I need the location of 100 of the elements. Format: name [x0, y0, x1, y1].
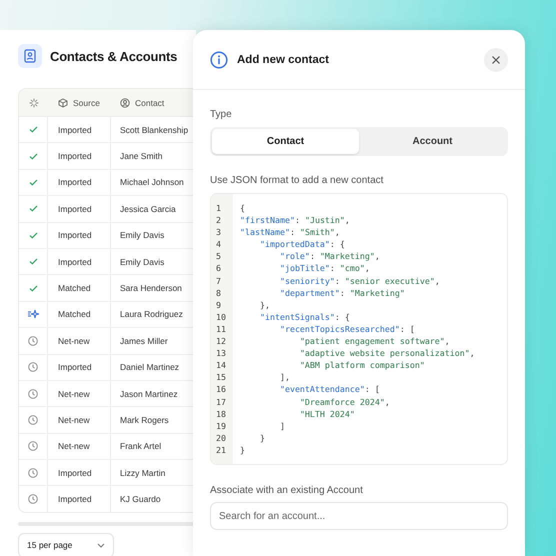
- json-label: Use JSON format to add a new contact: [210, 175, 384, 186]
- code-line: "firstName": "Justin",: [240, 214, 350, 226]
- table-cell: Net-new: [58, 441, 90, 452]
- table-cell: James Miller: [120, 336, 168, 346]
- line-number: 3: [216, 226, 222, 238]
- check-icon: [28, 126, 38, 134]
- line-number: 13: [216, 347, 227, 360]
- account-search-field[interactable]: Search for an account...: [210, 502, 508, 530]
- line-number: 14: [216, 359, 227, 372]
- info-icon: [210, 50, 228, 68]
- table-cell: Net-new: [58, 336, 90, 346]
- table-cell: Frank Artel: [120, 441, 162, 452]
- clock-icon: [28, 362, 38, 372]
- user-circle-icon: [120, 98, 130, 108]
- code-line: "ABM platform comparison": [300, 359, 425, 372]
- table-cell: Imported: [58, 124, 92, 135]
- column-header[interactable]: Contact: [135, 98, 164, 108]
- line-number: 5: [216, 250, 222, 262]
- code-line: "lastName": "Smith",: [240, 226, 340, 238]
- check-icon: [28, 152, 38, 160]
- code-line: },: [260, 298, 270, 311]
- check-icon: [28, 284, 38, 292]
- table-cell: Imported: [58, 151, 92, 162]
- table-cell: Imported: [58, 494, 92, 504]
- clock-icon: [28, 494, 38, 504]
- code-line: ],: [280, 371, 290, 384]
- check-icon: [28, 258, 38, 266]
- column-header[interactable]: Source: [73, 98, 100, 108]
- sparkle-icon: [28, 309, 38, 320]
- clock-icon: [28, 336, 38, 346]
- table-cell: KJ Guardo: [120, 494, 161, 504]
- contact-card-icon: [18, 44, 42, 68]
- account-label: Associate with an existing Account: [210, 485, 363, 496]
- line-number: 6: [216, 262, 222, 275]
- code-line: "importedData": {: [260, 238, 345, 250]
- table-cell: Lizzy Martin: [120, 468, 166, 478]
- table-cell: Jessica Garcia: [120, 204, 176, 214]
- code-line: "patient engagement software",: [300, 335, 450, 348]
- table-cell: Daniel Martinez: [120, 362, 180, 372]
- panel-title: Contacts & Accounts: [50, 48, 178, 64]
- line-number: 9: [216, 298, 222, 311]
- table-cell: Imported: [58, 230, 92, 240]
- line-number: 18: [216, 408, 227, 420]
- table-cell: Jason Martinez: [120, 388, 178, 399]
- page-size-select[interactable]: 15 per page: [18, 532, 114, 556]
- table-cell: Emily Davis: [120, 256, 164, 267]
- line-number: 21: [216, 444, 227, 456]
- line-number: 12: [216, 335, 227, 348]
- table-cell: Imported: [58, 362, 92, 372]
- table-cell: Matched: [58, 309, 91, 320]
- check-icon: [28, 178, 38, 186]
- close-icon: [491, 54, 501, 64]
- code-line: "jobTitle": "cmo",: [280, 262, 370, 275]
- clock-icon: [28, 468, 38, 478]
- table-cell: Imported: [58, 204, 92, 214]
- clock-icon: [28, 414, 38, 425]
- table-cell: Imported: [58, 177, 92, 188]
- code-line: "eventAttendance": [: [280, 383, 380, 396]
- type-tab[interactable]: Contact: [212, 129, 359, 154]
- code-line: "department": "Marketing": [280, 286, 405, 299]
- cube-icon: [58, 98, 68, 108]
- type-tab[interactable]: Account: [359, 129, 506, 154]
- clock-icon: [28, 388, 38, 399]
- sun-icon: [28, 98, 38, 108]
- line-number: 11: [216, 322, 227, 336]
- line-number: 7: [216, 274, 222, 287]
- line-number: 10: [216, 310, 227, 323]
- code-line: ]: [280, 420, 285, 432]
- line-number: 8: [216, 286, 222, 299]
- table-cell: Imported: [58, 468, 92, 478]
- clock-icon: [28, 441, 38, 452]
- horizontal-scrollbar[interactable]: [18, 522, 196, 526]
- line-number: 16: [216, 383, 227, 396]
- code-line: }: [260, 432, 265, 444]
- table-cell: Net-new: [58, 388, 90, 399]
- dialog-title: Add new contact: [237, 54, 330, 66]
- code-line: "seniority": "senior executive",: [280, 274, 440, 287]
- code-line: "role": "Marketing",: [280, 250, 380, 262]
- check-icon: [28, 232, 38, 239]
- table-cell: Imported: [58, 256, 92, 267]
- close-button[interactable]: [484, 48, 508, 72]
- code-line: "recentTopicsResearched": [: [280, 322, 415, 336]
- check-icon: [28, 205, 38, 212]
- code-line: }: [240, 444, 245, 456]
- table-cell: Michael Johnson: [120, 177, 184, 188]
- table-cell: Scott Blankenship: [120, 124, 188, 135]
- chevron-down-icon: [97, 542, 105, 548]
- table-cell: Matched: [58, 283, 91, 294]
- code-line: "Dreamforce 2024",: [300, 396, 390, 408]
- code-line: "adaptive website personalization",: [300, 347, 475, 360]
- table-cell: Jane Smith: [120, 151, 163, 162]
- line-number: 1: [216, 202, 222, 214]
- table-cell: Laura Rodriguez: [120, 309, 183, 320]
- table-cell: Sara Henderson: [120, 283, 182, 294]
- line-number: 2: [216, 214, 222, 226]
- type-label: Type: [210, 109, 232, 120]
- table-cell: Net-new: [58, 414, 90, 425]
- table-cell: Mark Rogers: [120, 414, 169, 425]
- code-line: "HLTH 2024": [300, 408, 355, 420]
- line-number: 15: [216, 371, 227, 384]
